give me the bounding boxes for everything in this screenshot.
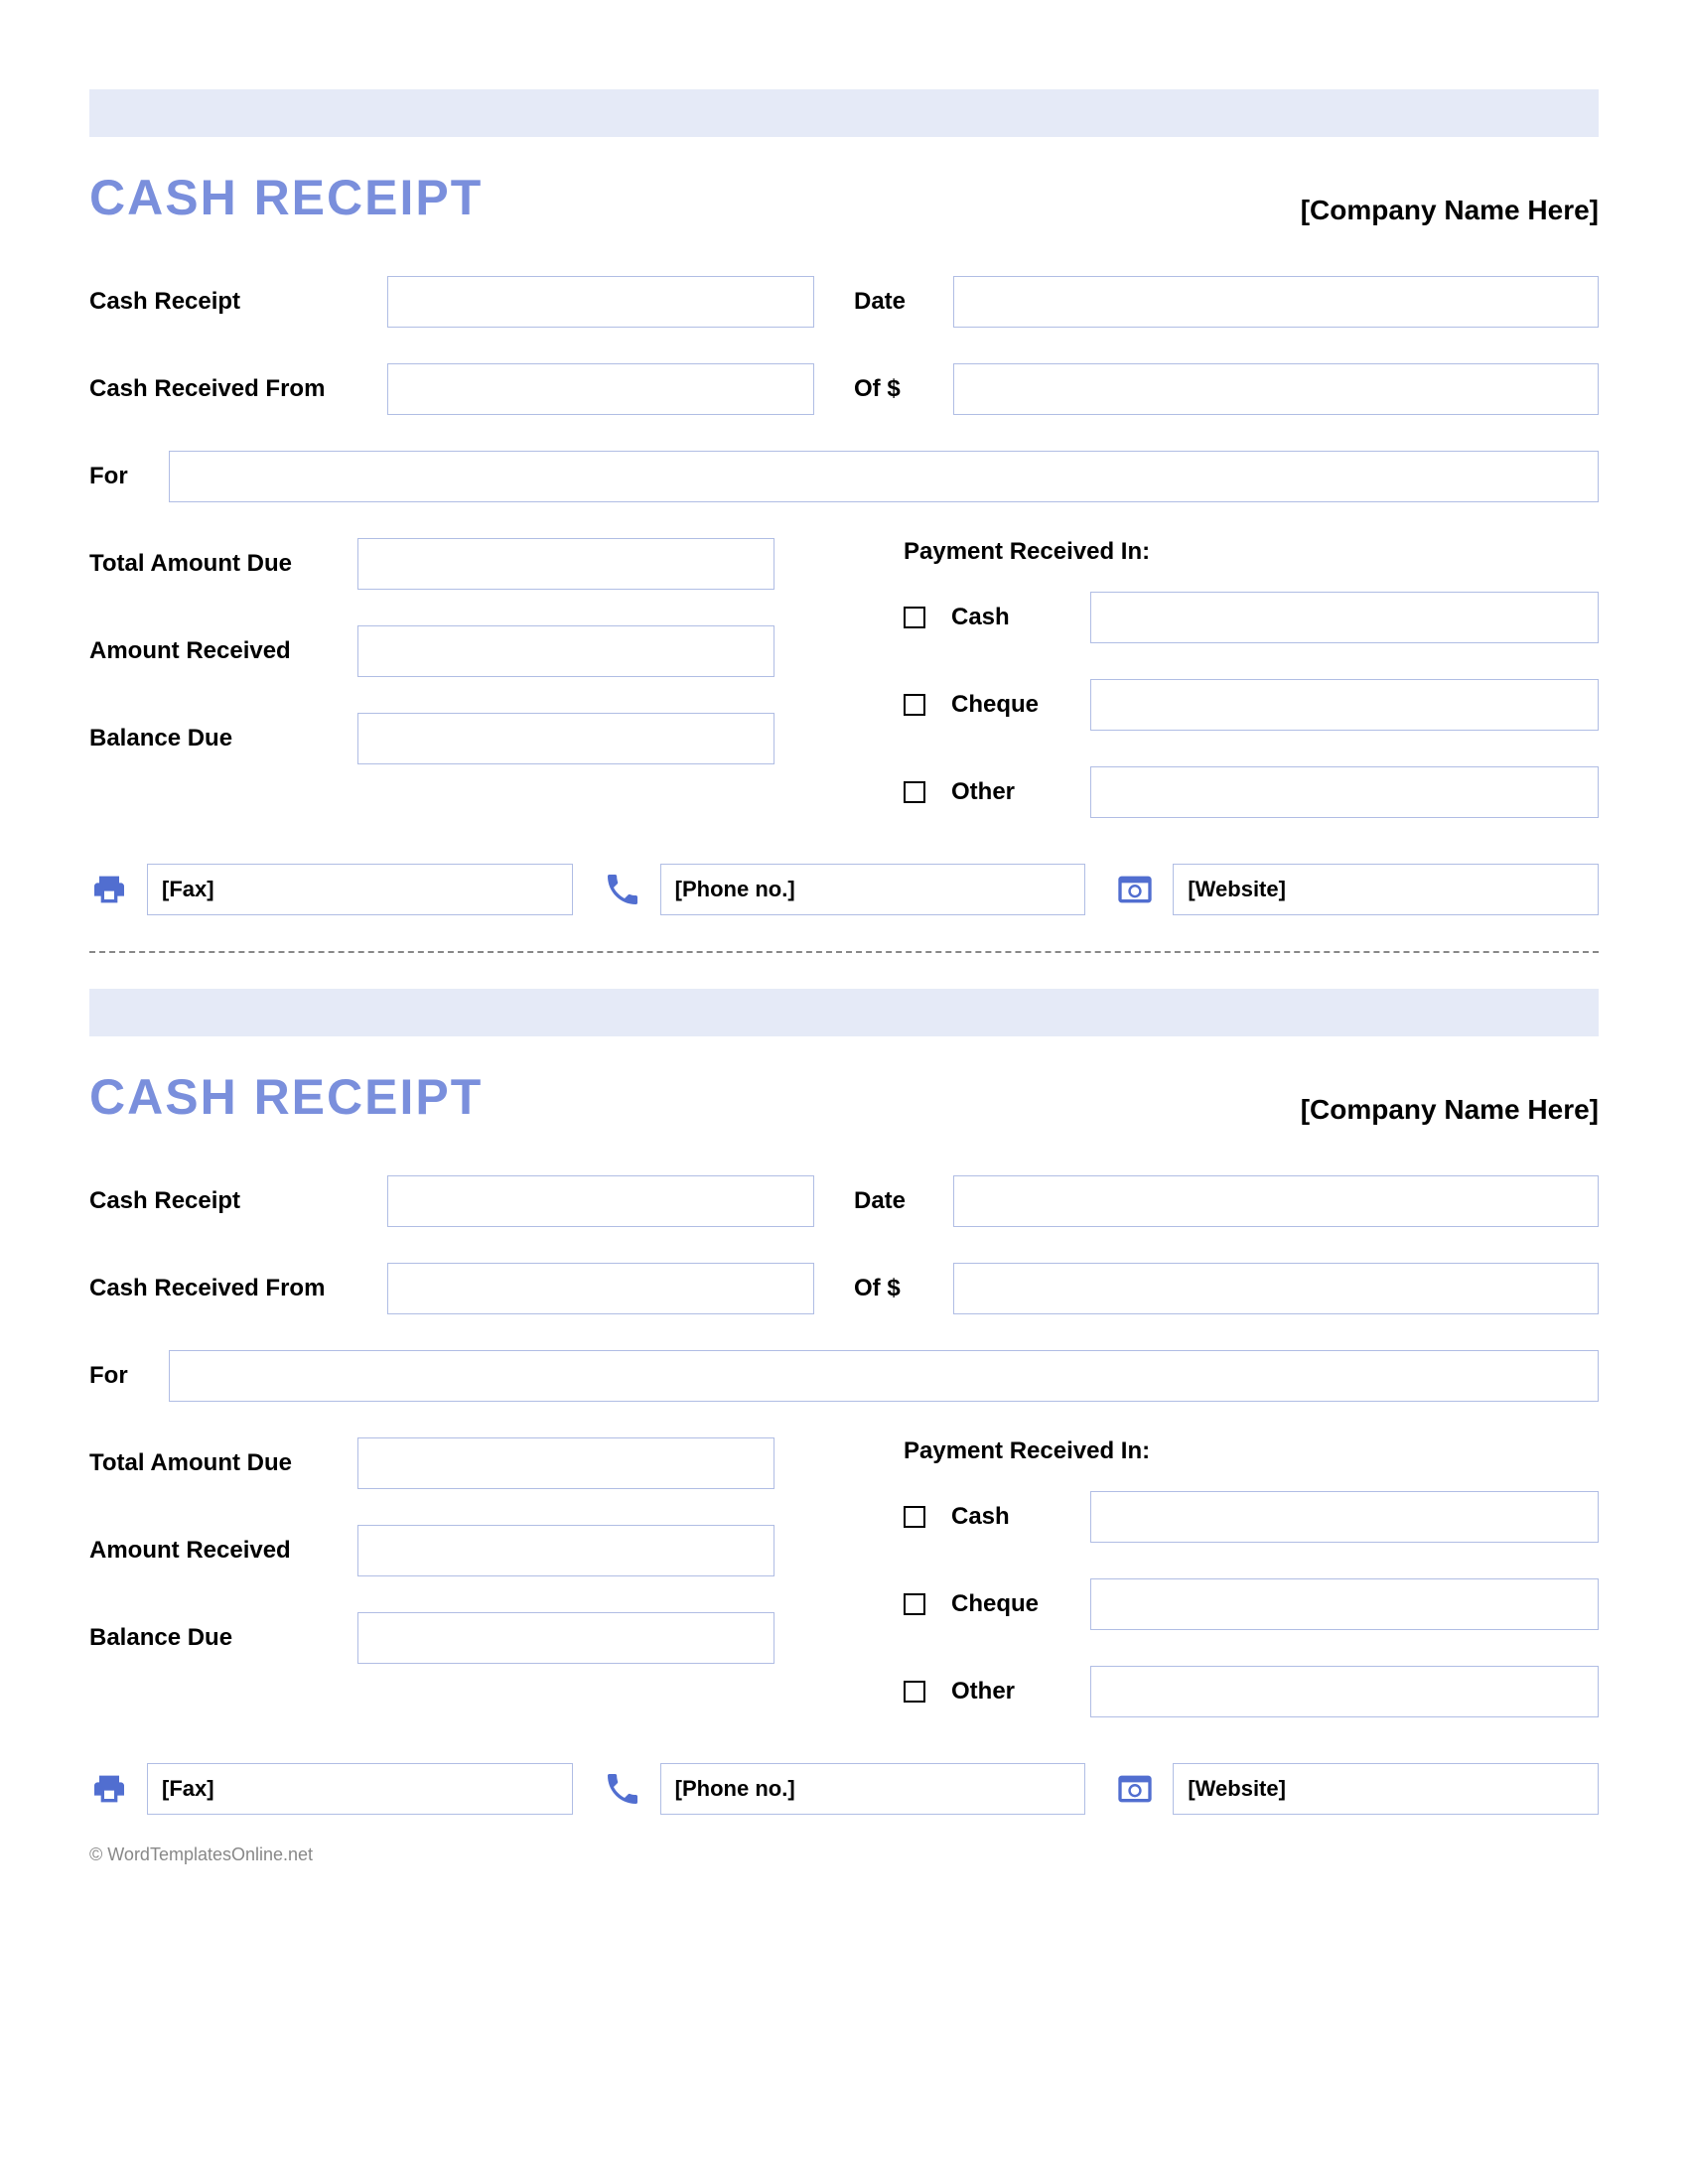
input-website[interactable]: [Website] bbox=[1173, 1763, 1599, 1815]
input-phone[interactable]: [Phone no.] bbox=[660, 864, 1086, 915]
label-amount-received: Amount Received bbox=[89, 1537, 357, 1565]
checkbox-other[interactable] bbox=[904, 1681, 925, 1703]
label-cheque: Cheque bbox=[951, 1590, 1090, 1618]
label-of-amount: Of $ bbox=[854, 375, 953, 403]
input-other[interactable] bbox=[1090, 1666, 1599, 1717]
input-other[interactable] bbox=[1090, 766, 1599, 818]
label-total-due: Total Amount Due bbox=[89, 1449, 357, 1477]
input-received-from[interactable] bbox=[387, 1263, 814, 1314]
label-cash-receipt: Cash Receipt bbox=[89, 1187, 387, 1215]
label-for: For bbox=[89, 463, 149, 490]
company-name: [Company Name Here] bbox=[1301, 195, 1599, 226]
website-icon bbox=[1115, 1769, 1155, 1809]
phone-icon bbox=[603, 1769, 642, 1809]
input-cheque[interactable] bbox=[1090, 1578, 1599, 1630]
input-date[interactable] bbox=[953, 1175, 1599, 1227]
checkbox-cheque[interactable] bbox=[904, 694, 925, 716]
label-balance-due: Balance Due bbox=[89, 725, 357, 752]
input-total-due[interactable] bbox=[357, 538, 774, 590]
input-fax[interactable]: [Fax] bbox=[147, 864, 573, 915]
label-cash: Cash bbox=[951, 604, 1090, 631]
label-total-due: Total Amount Due bbox=[89, 550, 357, 578]
input-for[interactable] bbox=[169, 451, 1599, 502]
input-date[interactable] bbox=[953, 276, 1599, 328]
checkbox-other[interactable] bbox=[904, 781, 925, 803]
input-received-from[interactable] bbox=[387, 363, 814, 415]
input-cash-receipt[interactable] bbox=[387, 1175, 814, 1227]
label-balance-due: Balance Due bbox=[89, 1624, 357, 1652]
label-payment-received-in: Payment Received In: bbox=[904, 538, 1599, 566]
label-other: Other bbox=[951, 778, 1090, 806]
input-fax[interactable]: [Fax] bbox=[147, 1763, 573, 1815]
input-amount-received[interactable] bbox=[357, 1525, 774, 1576]
label-cheque: Cheque bbox=[951, 691, 1090, 719]
phone-icon bbox=[603, 870, 642, 909]
label-received-from: Cash Received From bbox=[89, 375, 387, 403]
input-of-amount[interactable] bbox=[953, 363, 1599, 415]
label-for: For bbox=[89, 1362, 149, 1390]
input-balance-due[interactable] bbox=[357, 1612, 774, 1664]
label-date: Date bbox=[854, 1187, 953, 1215]
input-for[interactable] bbox=[169, 1350, 1599, 1402]
input-cheque[interactable] bbox=[1090, 679, 1599, 731]
label-cash: Cash bbox=[951, 1503, 1090, 1531]
label-date: Date bbox=[854, 288, 953, 316]
input-cash-receipt[interactable] bbox=[387, 276, 814, 328]
receipt-divider bbox=[89, 951, 1599, 953]
input-website[interactable]: [Website] bbox=[1173, 864, 1599, 915]
fax-icon bbox=[89, 1769, 129, 1809]
header-bar bbox=[89, 89, 1599, 137]
label-payment-received-in: Payment Received In: bbox=[904, 1437, 1599, 1465]
label-of-amount: Of $ bbox=[854, 1275, 953, 1302]
fax-icon bbox=[89, 870, 129, 909]
label-amount-received: Amount Received bbox=[89, 637, 357, 665]
checkbox-cheque[interactable] bbox=[904, 1593, 925, 1615]
input-cash[interactable] bbox=[1090, 1491, 1599, 1543]
footer-credit: © WordTemplatesOnline.net bbox=[89, 1844, 1599, 1865]
checkbox-cash[interactable] bbox=[904, 1506, 925, 1528]
header-bar bbox=[89, 989, 1599, 1036]
input-balance-due[interactable] bbox=[357, 713, 774, 764]
input-of-amount[interactable] bbox=[953, 1263, 1599, 1314]
website-icon bbox=[1115, 870, 1155, 909]
input-total-due[interactable] bbox=[357, 1437, 774, 1489]
input-amount-received[interactable] bbox=[357, 625, 774, 677]
label-other: Other bbox=[951, 1678, 1090, 1706]
label-cash-receipt: Cash Receipt bbox=[89, 288, 387, 316]
label-received-from: Cash Received From bbox=[89, 1275, 387, 1302]
company-name: [Company Name Here] bbox=[1301, 1094, 1599, 1126]
receipt-title: CASH RECEIPT bbox=[89, 1068, 483, 1126]
input-phone[interactable]: [Phone no.] bbox=[660, 1763, 1086, 1815]
checkbox-cash[interactable] bbox=[904, 607, 925, 628]
input-cash[interactable] bbox=[1090, 592, 1599, 643]
receipt-title: CASH RECEIPT bbox=[89, 169, 483, 226]
